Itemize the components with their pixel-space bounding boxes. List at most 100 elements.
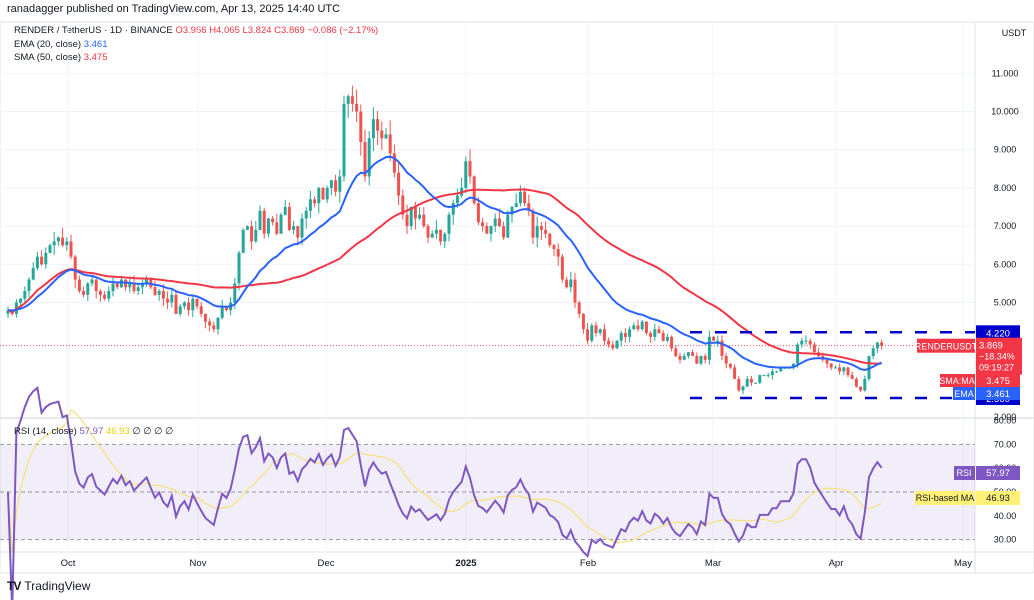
date-tick-label: Feb: [580, 558, 596, 569]
date-tick-label: Nov: [190, 558, 207, 569]
date-tick-label: Dec: [318, 558, 335, 569]
date-tick-label: 2025: [455, 558, 477, 569]
last-price-value: 3.869: [979, 341, 1003, 352]
candle-body: [178, 306, 182, 314]
candle-body: [203, 313, 207, 322]
candle-body: [380, 130, 384, 139]
candle-body: [107, 291, 111, 299]
candle-body: [31, 268, 35, 280]
candle-body: [451, 203, 455, 215]
candle-body: [686, 352, 690, 356]
candle-body: [531, 210, 535, 238]
rsi-tick-label: 30.00: [994, 535, 1017, 545]
candle-body: [237, 252, 241, 284]
rsi-tick-label: 40.00: [994, 511, 1017, 521]
candle-body: [594, 325, 598, 334]
candle-body: [292, 226, 296, 230]
candle-body: [86, 283, 90, 295]
candle-body: [300, 218, 304, 238]
candle-body: [632, 325, 636, 330]
candle-body: [447, 214, 451, 234]
candle-body: [640, 321, 644, 330]
candle-body: [846, 367, 850, 376]
candle-body: [812, 344, 816, 353]
candle-body: [266, 218, 270, 234]
candle-body: [329, 180, 333, 188]
candle-body: [569, 279, 573, 288]
rsi-tag-label: RSI: [956, 468, 971, 478]
candle-body: [489, 226, 493, 234]
candle-body: [539, 226, 543, 230]
candle-body: [77, 279, 81, 292]
candle-body: [174, 294, 178, 314]
candle-body: [850, 375, 854, 379]
sma-tag-label: SMA:MA: [939, 376, 975, 386]
candle-body: [607, 340, 611, 345]
rsi-ma-tag-label: RSI-based MA: [916, 493, 975, 503]
candle-body: [502, 226, 506, 238]
ema-line: [7, 155, 882, 372]
candle-body: [825, 359, 829, 364]
candle-body: [766, 375, 770, 377]
candle-body: [703, 355, 707, 360]
candle-body: [737, 378, 741, 391]
candle-body: [615, 340, 619, 349]
candle-body: [573, 279, 577, 303]
candle-body: [161, 291, 165, 299]
candle-body: [283, 207, 287, 215]
candle-body: [699, 355, 703, 364]
candle-body: [775, 371, 779, 373]
candle-body: [430, 233, 434, 238]
candle-body: [636, 325, 640, 330]
rsi-ma-tag-value: 46.93: [986, 493, 1010, 504]
candle-body: [384, 134, 388, 139]
candle-body: [103, 294, 107, 299]
candle-body: [405, 214, 409, 227]
candle-body: [308, 199, 312, 211]
candle-body: [796, 344, 800, 364]
candle-body: [497, 218, 501, 227]
candle-body: [724, 355, 728, 364]
candle-body: [880, 342, 884, 346]
candle-body: [321, 187, 325, 200]
candle-body: [346, 96, 350, 104]
candle-body: [317, 187, 321, 204]
level-tag-label: 4.220: [986, 328, 1010, 339]
price-chart[interactable]: Oct Nov Dec 2025 Feb Mar Apr May USDT 11.000 10.00…: [0, 0, 1034, 600]
candle-body: [829, 363, 833, 368]
candle-body: [262, 210, 266, 234]
candle-body: [611, 344, 615, 349]
candle-body: [119, 279, 123, 288]
candle-body: [548, 233, 552, 246]
bar-countdown: 09:19:27: [979, 363, 1014, 373]
candle-body: [804, 340, 808, 342]
candle-body: [136, 287, 140, 292]
candle-body: [195, 298, 199, 307]
candle-body: [602, 329, 606, 341]
rsi-legend[interactable]: RSI (14, close) 57.97 46.93 ∅ ∅ ∅ ∅: [14, 426, 173, 437]
candle-body: [644, 321, 648, 334]
date-tick-label: Oct: [61, 558, 76, 569]
candle-body: [157, 291, 161, 295]
candle-body: [628, 329, 632, 337]
tradingview-logo[interactable]: TV TradingView: [7, 579, 90, 593]
price-tick-label: 8.000: [994, 183, 1017, 193]
candle-body: [359, 111, 363, 143]
candle-body: [94, 279, 98, 292]
candle-body: [434, 229, 438, 234]
candle-body: [758, 375, 762, 383]
candle-body: [842, 367, 846, 372]
candle-body: [556, 249, 560, 257]
candle-body: [657, 329, 661, 334]
candle-body: [745, 378, 749, 387]
candle-body: [27, 279, 31, 292]
candle-body: [392, 153, 396, 173]
candle-body: [535, 226, 539, 238]
candle-body: [422, 214, 426, 227]
candle-body: [73, 256, 77, 280]
candle-body: [581, 313, 585, 330]
candle-body: [728, 363, 732, 368]
candle-body: [464, 161, 468, 188]
currency-label: USDT: [1002, 28, 1027, 38]
candle-body: [208, 321, 212, 326]
